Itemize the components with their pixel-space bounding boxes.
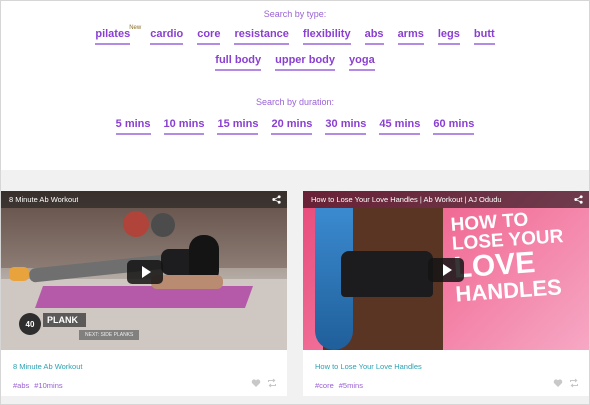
duration-pill-20[interactable]: 20 mins [271, 118, 313, 135]
video-card: HOW TO LOSE YOUR LOVE HANDLES How to Los… [303, 191, 589, 396]
new-badge: New [129, 25, 142, 31]
video-thumbnail[interactable]: HOW TO LOSE YOUR LOVE HANDLES How to Los… [303, 191, 589, 350]
duration-pill-10[interactable]: 10 mins [163, 118, 205, 135]
type-filter-row-1: pilates New cardio core resistance flexi… [0, 25, 590, 45]
video-caption-bar: How to Lose Your Love Handles | Ab Worko… [303, 191, 589, 208]
type-filter-row-2: full body upper body yoga [0, 54, 590, 71]
type-pill-full-body[interactable]: full body [215, 54, 262, 71]
duration-pill-60[interactable]: 60 mins [433, 118, 475, 135]
tag-link[interactable]: #10mins [34, 381, 62, 390]
type-pill-yoga[interactable]: yoga [349, 54, 375, 71]
type-pill-core[interactable]: core [197, 28, 221, 45]
duration-pill-45[interactable]: 45 mins [379, 118, 421, 135]
type-pill-abs[interactable]: abs [364, 28, 384, 45]
exercise-ball [151, 213, 175, 237]
tag-link[interactable]: #5mins [339, 381, 363, 390]
card-actions [553, 378, 579, 388]
video-caption-bar: 8 Minute Ab Workout [1, 191, 287, 208]
exercise-label: PLANK [43, 313, 86, 327]
next-exercise-label: NEXT: SIDE PLANKS [79, 330, 140, 340]
heart-icon[interactable] [553, 378, 563, 388]
duration-filter-row: 5 mins 10 mins 15 mins 20 mins 30 mins 4… [0, 118, 590, 135]
tag-list: #core #5mins [315, 381, 363, 390]
type-pill-arms[interactable]: arms [397, 28, 424, 45]
exercise-ball [123, 211, 149, 237]
share-icon[interactable] [574, 195, 583, 204]
video-title-overlay: How to Lose Your Love Handles | Ab Worko… [311, 195, 502, 204]
type-pill-legs[interactable]: legs [437, 28, 460, 45]
type-pill-butt[interactable]: butt [473, 28, 495, 45]
type-pill-flexibility[interactable]: flexibility [302, 28, 351, 45]
type-filter-label: Search by type: [263, 9, 327, 19]
person-shoe [9, 267, 29, 281]
video-card: 40 PLANK NEXT: SIDE PLANKS 8 Minute Ab W… [1, 191, 287, 396]
play-icon[interactable] [127, 260, 163, 284]
tag-link[interactable]: #core [315, 381, 334, 390]
yoga-mat [34, 286, 254, 308]
video-title-overlay: 8 Minute Ab Workout [9, 195, 79, 204]
timer-badge: 40 [19, 313, 41, 335]
tag-link[interactable]: #abs [13, 381, 29, 390]
play-icon[interactable] [428, 258, 464, 282]
card-actions [251, 378, 277, 388]
person-top [341, 251, 433, 297]
heart-icon[interactable] [251, 378, 261, 388]
tag-list: #abs #10mins [13, 381, 63, 390]
video-title-link[interactable]: How to Lose Your Love Handles [315, 362, 422, 371]
duration-pill-15[interactable]: 15 mins [217, 118, 259, 135]
video-thumbnail[interactable]: 40 PLANK NEXT: SIDE PLANKS 8 Minute Ab W… [1, 191, 287, 350]
share-icon[interactable] [272, 195, 281, 204]
repeat-icon[interactable] [267, 378, 277, 388]
type-pill-resistance[interactable]: resistance [234, 28, 289, 45]
type-pill-pilates[interactable]: pilates New [95, 25, 141, 45]
type-pill-label: pilates [95, 28, 131, 40]
duration-pill-5[interactable]: 5 mins [115, 118, 151, 135]
duration-filter-label: Search by duration: [255, 97, 335, 107]
repeat-icon[interactable] [569, 378, 579, 388]
video-title-link[interactable]: 8 Minute Ab Workout [13, 362, 82, 371]
duration-pill-30[interactable]: 30 mins [325, 118, 367, 135]
type-pill-upper-body[interactable]: upper body [275, 54, 336, 71]
type-pill-cardio[interactable]: cardio [150, 28, 184, 45]
thumbnail-headline: HOW TO LOSE YOUR LOVE HANDLES [450, 206, 589, 306]
